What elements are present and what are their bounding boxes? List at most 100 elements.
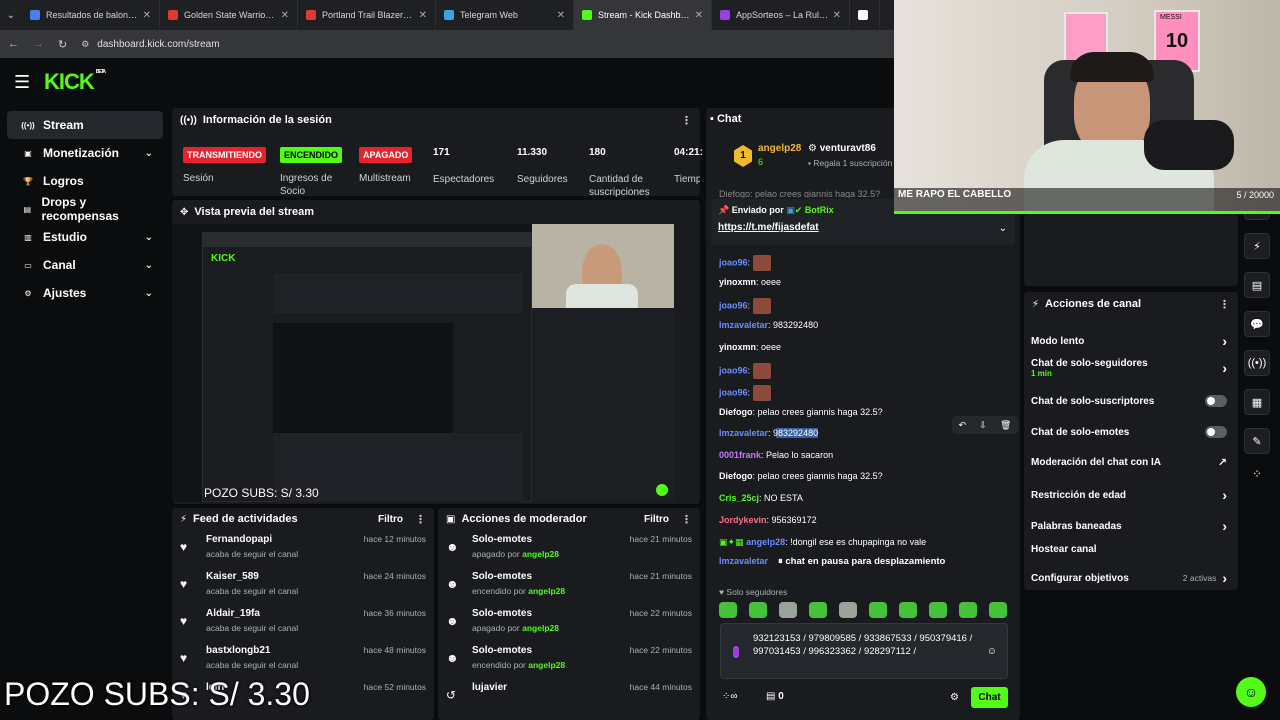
emote-icon[interactable] [989,602,1007,618]
chat-message[interactable]: joao96: [719,385,771,401]
rail-layers-icon[interactable]: ▦ [1244,389,1270,415]
emote-icon[interactable] [779,602,797,618]
channel-action-item[interactable]: Configurar objetivos 2 activas › [1031,570,1227,586]
feed-user[interactable]: Aldair_19fa [206,608,298,619]
channel-more-icon[interactable]: ⋮ [1219,298,1230,311]
rail-lightning-icon[interactable]: ⚡ [1244,233,1270,259]
rail-chat-icon[interactable]: 💬 [1244,311,1270,337]
chat-message[interactable]: joao96: [719,363,771,379]
kick-logo[interactable]: KICK BETA [44,69,106,95]
tab-close-icon[interactable]: ✕ [143,10,151,21]
chat-message[interactable]: joao96: [719,298,771,314]
chat-message[interactable]: Diefogo: pelao crees giannis haga 32.5? [719,407,883,417]
sidebar-item-estudio[interactable]: ▥ Estudio ⌄ [7,223,163,251]
feed-item[interactable]: ♥ bastxlongb21 acaba de seguir el canal hac… [172,641,434,678]
emote-icon[interactable] [929,602,947,618]
delete-icon[interactable]: 🗑 [1000,420,1011,431]
chat-username[interactable]: Cris_25cj [719,493,759,503]
rail-apps-icon[interactable]: ⁘ [1244,467,1270,481]
help-bubble-icon[interactable]: ☺ [1236,677,1266,707]
rail-tools-icon[interactable]: ✎ [1244,428,1270,454]
browser-tab[interactable]: Golden State Warriors - N ✕ [160,0,298,30]
mod-action-item[interactable]: ☻ Solo-emotes encendido por angelp28 hace 2… [438,641,700,678]
channel-action-item[interactable]: Chat de solo-suscriptores [1031,395,1227,407]
tab-close-icon[interactable]: ✕ [419,10,427,21]
toggle-switch[interactable] [1205,395,1227,407]
chat-username[interactable]: Diefogo [719,407,753,417]
more-options-icon[interactable]: ⋮ [681,114,692,127]
sidebar-item-monetización[interactable]: ▣ Monetización ⌄ [7,139,163,167]
mod-action-item[interactable]: ☻ Solo-emotes apagado por angelp28 hace 21 … [438,530,700,567]
chat-username[interactable]: yinoxmn [719,342,756,352]
channel-action-item[interactable]: Hostear canal [1031,544,1227,555]
feed-item[interactable]: ♥ Fernandopapi acaba de seguir el canal hac… [172,530,434,567]
emote-icon[interactable] [809,602,827,618]
feed-item[interactable]: ♥ Aldair_19fa acaba de seguir el canal hace… [172,604,434,641]
mod-by-user[interactable]: angelp28 [522,623,559,633]
chat-message[interactable]: yinoxmn: oeee [719,277,781,287]
chat-username[interactable]: lmzavaletar [719,320,768,330]
tab-close-icon[interactable]: ✕ [557,10,565,21]
chat-settings-icon[interactable]: ⚙ [950,692,959,703]
chat-message[interactable]: 0001frank: Pelao lo sacaron [719,450,833,460]
browser-tab[interactable]: AppSorteos – La Ruleta d ✕ [712,0,850,30]
chat-message[interactable]: lmzavaletar: 983292480 [719,320,818,330]
feed-user[interactable]: Kaiser_589 [206,571,298,582]
chat-username[interactable]: joao96 [719,257,748,267]
sidebar-item-stream[interactable]: ((•)) Stream [7,111,163,139]
chat-username[interactable]: joao96 [719,300,748,310]
mod-action-item[interactable]: ☻ Solo-emotes encendido por angelp28 hace 2… [438,567,700,604]
channel-action-item[interactable]: Chat de solo-seguidores 1 min › [1031,358,1227,378]
chat-message[interactable]: Diefogo: pelao crees giannis haga 32.5? [719,471,883,481]
stream-preview[interactable]: KICK POZO SUBS: S/ 3.30 [172,224,674,502]
chat-input[interactable]: 932123153 / 979809585 / 933867533 / 9503… [720,623,1008,679]
chat-username[interactable]: Jordykevin [719,515,767,525]
mod-by-user[interactable]: angelp28 [522,549,559,559]
feed-item[interactable]: ♥ Kaiser_589 acaba de seguir el canal hace … [172,567,434,604]
gift-user[interactable]: ⚙ venturavt86 [808,143,876,154]
sidebar-item-canal[interactable]: ▭ Canal ⌄ [7,251,163,279]
channel-action-item[interactable]: Chat de solo-emotes [1031,426,1227,438]
mod-filter-button[interactable]: Filtro [644,514,669,525]
chat-username[interactable]: joao96 [719,387,748,397]
tab-close-icon[interactable]: ✕ [695,10,703,21]
browser-tab[interactable]: Portland Trail Blazers - He ✕ [298,0,436,30]
url-field[interactable]: dashboard.kick.com/stream [97,39,219,50]
chat-paused-notice[interactable]: ⏸ chat en pausa para desplazamiento [776,554,948,569]
feed-user[interactable]: Fernandopapi [206,534,298,545]
chat-username[interactable]: Diefogo [719,471,753,481]
mod-action-item[interactable]: ↺ lujavier hace 44 minutos [438,678,700,715]
pause-user[interactable]: lmzavaletar [719,556,768,566]
sidebar-item-ajustes[interactable]: ⚙ Ajustes ⌄ [7,279,163,307]
mod-more-icon[interactable]: ⋮ [681,513,692,526]
pinned-user[interactable]: angelp28 [758,143,801,154]
emote-icon[interactable] [719,602,737,618]
chat-username[interactable]: lmzavaletar [719,428,768,438]
chat-message[interactable]: lmzavaletar: 983292480 [719,428,819,438]
browser-tab[interactable]: Resultados de baloncesto ✕ [22,0,160,30]
emote-icon[interactable] [959,602,977,618]
browser-tab[interactable]: Telegram Web ✕ [436,0,574,30]
chat-message[interactable]: yinoxmn: oeee [719,342,781,352]
rail-notes-icon[interactable]: ▤ [1244,272,1270,298]
chevron-down-icon[interactable]: ⌄ [999,223,1007,234]
mod-action-item[interactable]: ☻ Solo-emotes apagado por angelp28 hace 22 … [438,604,700,641]
chat-username[interactable]: 0001frank [719,450,761,460]
sidebar-item-drops[interactable]: ▤ Drops y recompensas [7,195,163,223]
channel-action-item[interactable]: Moderación del chat con IA ↗ [1031,456,1227,469]
toggle-switch[interactable] [1205,426,1227,438]
browser-tab[interactable]: Stream - Kick Dashboard ✕ [574,0,712,30]
chat-username[interactable]: joao96 [719,365,748,375]
tab-search-icon[interactable]: ⌄ [0,4,22,26]
sidebar-item-logros[interactable]: 🏆 Logros [7,167,163,195]
emote-icon[interactable] [749,602,767,618]
pinned-link[interactable]: https://t.me/fijasdefat [718,222,819,233]
chat-username[interactable]: yinoxmn [719,277,756,287]
chat-message[interactable]: joao96: [719,255,771,271]
channel-action-item[interactable]: Modo lento › [1031,333,1227,349]
browser-tab[interactable]: BotR [850,0,880,30]
back-icon[interactable]: ← [8,38,19,50]
forward-icon[interactable]: → [33,38,44,50]
infinity-icon[interactable]: ⁘∞ [722,691,738,702]
pin-message-icon[interactable]: ⇩ [979,420,987,431]
